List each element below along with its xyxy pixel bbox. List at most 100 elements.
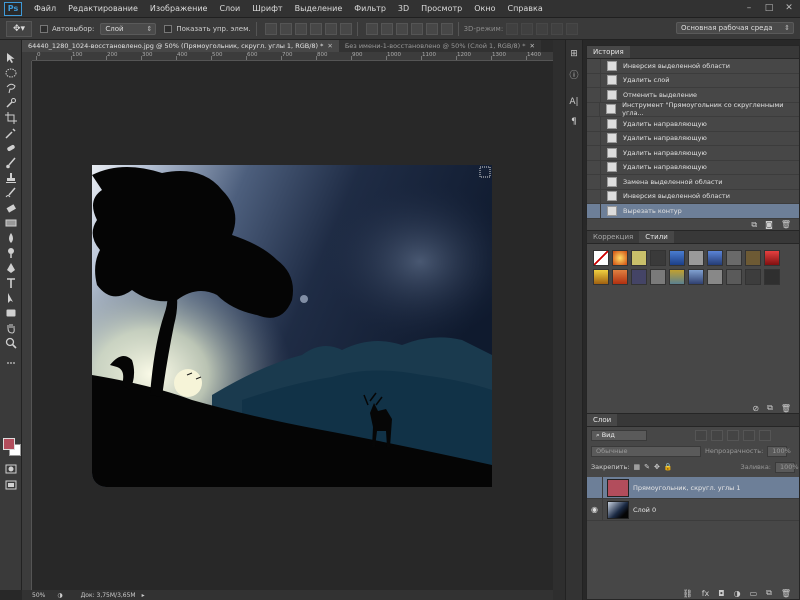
menu-item[interactable]: Фильтр [348, 4, 392, 13]
history-item[interactable]: Инверсия выделенной области [587, 189, 799, 204]
style-swatch[interactable] [745, 269, 761, 285]
style-swatch[interactable] [764, 269, 780, 285]
close-tab-icon[interactable]: ✕ [530, 42, 535, 50]
delete-layer-icon[interactable]: 🗑 [781, 589, 791, 598]
distribute-right-button[interactable] [440, 22, 453, 35]
new-group-icon[interactable]: ▭ [750, 589, 758, 598]
show-controls-checkbox[interactable] [164, 24, 173, 33]
distribute-vcenter-button[interactable] [380, 22, 393, 35]
menu-item[interactable]: Редактирование [62, 4, 144, 13]
history-item[interactable]: Удалить направляющую [587, 131, 799, 146]
distribute-bottom-button[interactable] [395, 22, 408, 35]
quick-selection-tool-icon[interactable] [4, 97, 18, 109]
tab-document-inactive[interactable]: Без имени-1-восстановлено @ 50% (Слой 1,… [338, 40, 541, 52]
new-document-from-state-icon[interactable]: ⧉ [751, 220, 757, 230]
history-source-checkbox[interactable] [587, 174, 601, 189]
menu-item[interactable]: Слои [213, 4, 246, 13]
delete-style-icon[interactable]: 🗑 [781, 404, 791, 413]
history-item[interactable]: Инверсия выделенной области [587, 58, 799, 74]
lasso-tool-icon[interactable] [4, 82, 18, 94]
scale-3d-button[interactable] [566, 22, 579, 35]
history-item[interactable]: Удалить направляющую [587, 116, 799, 132]
style-swatch[interactable] [631, 269, 647, 285]
vertical-ruler[interactable] [22, 61, 32, 590]
lock-transparent-icon[interactable]: ▦ [633, 463, 640, 471]
history-source-checkbox[interactable] [587, 203, 601, 218]
tab-layers[interactable]: Слои [587, 414, 618, 426]
marquee-tool-icon[interactable] [4, 67, 18, 79]
menu-item[interactable]: Окно [468, 4, 501, 13]
pen-tool-icon[interactable] [4, 262, 18, 274]
layer-row[interactable]: ◉ Слой 0 [587, 498, 799, 521]
info-panel-icon[interactable]: ⓘ [568, 68, 580, 81]
blur-tool-icon[interactable] [4, 232, 18, 244]
menu-item[interactable]: Выделение [289, 4, 349, 13]
history-item[interactable]: Удалить слой [587, 73, 799, 88]
layer-visibility-eye-icon[interactable] [587, 476, 603, 499]
style-swatch[interactable] [688, 250, 704, 266]
layer-style-icon[interactable]: fx [702, 589, 710, 598]
layer-filter-dropdown[interactable]: ⌕ Вид [591, 429, 647, 441]
slide-3d-button[interactable] [551, 22, 564, 35]
delete-state-icon[interactable]: 🗑 [781, 220, 791, 229]
new-layer-icon[interactable]: ⧉ [766, 588, 772, 598]
horizontal-ruler[interactable]: 0 100 200 300 400 500 600 700 800 900 1000 1100 1200… [32, 52, 553, 61]
menu-item[interactable]: Просмотр [415, 4, 468, 13]
layer-name[interactable]: Слой 0 [633, 506, 656, 514]
brush-tool-icon[interactable] [4, 157, 18, 169]
screen-mode-icon[interactable] [4, 479, 18, 491]
rotate-3d-button[interactable] [506, 22, 519, 35]
eyedropper-tool-icon[interactable] [4, 127, 18, 139]
align-bottom-button[interactable] [294, 22, 307, 35]
history-source-checkbox[interactable] [587, 189, 601, 204]
layer-name[interactable]: Прямоугольник, скругл. углы 1 [633, 484, 741, 492]
history-source-checkbox[interactable] [587, 87, 601, 102]
adjustment-layer-icon[interactable]: ◑ [734, 589, 741, 598]
history-item[interactable]: Вырезать контур [587, 203, 799, 219]
menu-item[interactable]: Файл [28, 4, 62, 13]
style-swatch[interactable] [593, 250, 609, 266]
filter-type-icon[interactable] [727, 429, 739, 441]
style-swatch[interactable] [631, 250, 647, 266]
rectangle-tool-icon[interactable] [4, 307, 18, 319]
foreground-color-swatch[interactable] [3, 438, 15, 450]
lock-all-icon[interactable]: 🔒 [664, 463, 673, 471]
workspace-dropdown[interactable]: Основная рабочая среда [676, 22, 794, 34]
gradient-tool-icon[interactable] [4, 217, 18, 229]
maximize-button[interactable]: □ [762, 2, 776, 14]
healing-brush-tool-icon[interactable] [4, 142, 18, 154]
tab-document-active[interactable]: 64440_1280_1024-восстановлено.jpg @ 50% … [22, 40, 339, 52]
history-panel-icon[interactable]: ⊞ [568, 48, 580, 60]
layer-thumbnail[interactable] [607, 478, 629, 497]
style-swatch[interactable] [650, 269, 666, 285]
lock-image-icon[interactable]: ✎ [644, 463, 650, 471]
distribute-hcenter-button[interactable] [425, 22, 438, 35]
distribute-left-button[interactable] [410, 22, 423, 35]
align-right-button[interactable] [339, 22, 352, 35]
layer-row[interactable]: Прямоугольник, скругл. углы 1 [587, 476, 799, 499]
new-style-icon[interactable]: ⧉ [767, 403, 773, 413]
quick-mask-icon[interactable] [4, 463, 18, 475]
tab-history[interactable]: История [587, 46, 630, 58]
ruler-corner[interactable] [22, 52, 32, 61]
panel-collapse-strip[interactable] [553, 40, 565, 600]
style-swatch[interactable] [593, 269, 609, 285]
status-info-icon[interactable]: ◑ [57, 592, 62, 599]
align-left-button[interactable] [309, 22, 322, 35]
style-swatch[interactable] [669, 250, 685, 266]
history-source-checkbox[interactable] [587, 145, 601, 160]
menu-item[interactable]: 3D [392, 4, 415, 13]
style-swatch[interactable] [612, 269, 628, 285]
hand-tool-icon[interactable] [4, 322, 18, 334]
autoselect-dropdown[interactable]: Слой [100, 22, 157, 35]
zoom-tool-icon[interactable] [4, 337, 18, 349]
menu-item[interactable]: Справка [501, 4, 548, 13]
close-tab-icon[interactable]: ✕ [327, 42, 332, 50]
dodge-tool-icon[interactable] [4, 247, 18, 259]
crop-tool-icon[interactable] [4, 112, 18, 124]
history-item[interactable]: Удалить направляющую [587, 160, 799, 175]
history-brush-tool-icon[interactable] [4, 187, 18, 199]
add-mask-icon[interactable]: ◘ [718, 589, 724, 598]
style-swatch[interactable] [726, 250, 742, 266]
artwork-image[interactable] [92, 165, 492, 487]
